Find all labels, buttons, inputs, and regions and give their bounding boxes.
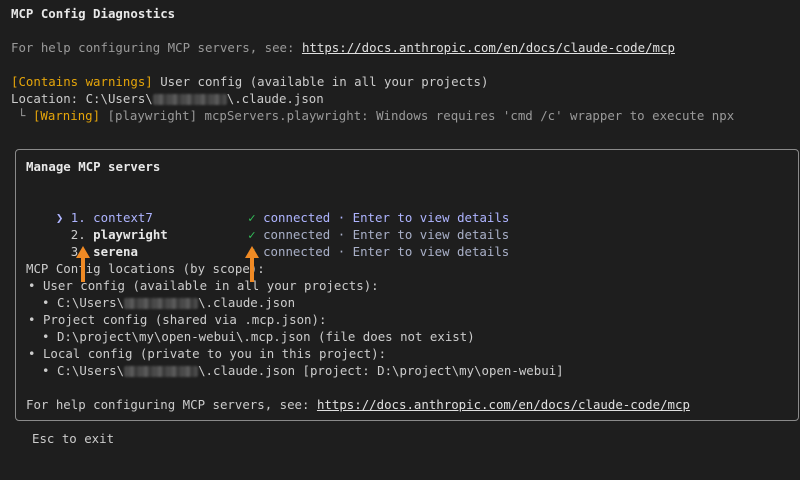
bullet-icon: • <box>28 346 36 361</box>
scope-label: Project config (shared via .mcp.json): <box>42 312 327 327</box>
server-row-context7[interactable]: ❯ 1. context7 ✓ connected · Enter to view… <box>26 192 509 225</box>
scope-user-path: • C:\Users\ \.claude.json <box>42 294 295 311</box>
warning-badge: [Warning] <box>32 108 101 123</box>
scope-local-path: • C:\Users\ \.claude.json [project: D:\pr… <box>42 362 564 379</box>
redacted-username <box>124 298 199 309</box>
path-suffix: \.claude.json [project: D:\project\my\op… <box>198 363 564 378</box>
location-prefix: Location: C:\Users\ <box>11 91 153 106</box>
bullet-icon: • <box>42 363 50 378</box>
annotation-arrow-icon <box>245 246 259 282</box>
contains-warnings-badge: [Contains warnings] <box>11 74 153 89</box>
server-name: serena <box>93 244 138 259</box>
bullet-icon: • <box>42 329 50 344</box>
location-suffix: \.claude.json <box>226 91 324 106</box>
scope-project-path: • D:\project\my\open-webui\.mcp.json (fi… <box>42 328 475 345</box>
help-link[interactable]: https://docs.anthropic.com/en/docs/claud… <box>317 397 690 412</box>
manage-mcp-panel: Manage MCP servers ❯ 1. context7 ✓ connec… <box>15 149 799 421</box>
page-title: MCP Config Diagnostics <box>11 6 176 21</box>
warning-line: └ [Warning] [playwright] mcpServers.play… <box>18 107 734 124</box>
scope-label: Local config (private to you in this pro… <box>42 346 387 361</box>
server-row-playwright[interactable]: 2. playwright ✓ connected · Enter to view… <box>26 209 510 242</box>
path-prefix: C:\Users\ <box>56 363 125 378</box>
help-prefix: For help configuring MCP servers, see: <box>11 40 302 55</box>
scope-label: User config (available in all your proje… <box>42 278 379 293</box>
annotation-arrow-icon <box>76 246 90 282</box>
server-row-serena[interactable]: 3. serena✓ connected · Enter to view det… <box>26 226 510 259</box>
user-config-location: Location: C:\Users\ \.claude.json <box>11 90 324 107</box>
user-config-status: [Contains warnings] User config (availab… <box>11 73 488 90</box>
panel-title: Manage MCP servers <box>26 159 161 174</box>
locations-title: MCP Config locations (by scope): <box>26 261 265 276</box>
scope-project-label: • Project config (shared via .mcp.json): <box>28 311 326 328</box>
help-prefix: For help configuring MCP servers, see: <box>26 397 317 412</box>
scope-local-label: • Local config (private to you in this p… <box>28 345 386 362</box>
server-status: connected · Enter to view details <box>263 244 510 259</box>
bullet-icon: • <box>28 278 36 293</box>
path-text: D:\project\my\open-webui\.mcp.json (file… <box>56 329 475 344</box>
redacted-username <box>152 94 227 105</box>
redacted-username <box>124 366 199 377</box>
help-line: For help configuring MCP servers, see: h… <box>11 39 675 56</box>
help-link[interactable]: https://docs.anthropic.com/en/docs/claud… <box>302 40 675 55</box>
path-suffix: \.claude.json <box>198 295 296 310</box>
warning-text: [playwright] mcpServers.playwright: Wind… <box>100 108 735 123</box>
path-prefix: C:\Users\ <box>56 295 125 310</box>
bullet-icon: • <box>28 312 36 327</box>
esc-hint: Esc to exit <box>32 431 115 446</box>
panel-help-line: For help configuring MCP servers, see: h… <box>26 396 690 413</box>
user-config-label: User config (available in all your proje… <box>152 74 489 89</box>
bullet-icon: • <box>42 295 50 310</box>
tree-branch-icon: └ <box>18 108 26 123</box>
